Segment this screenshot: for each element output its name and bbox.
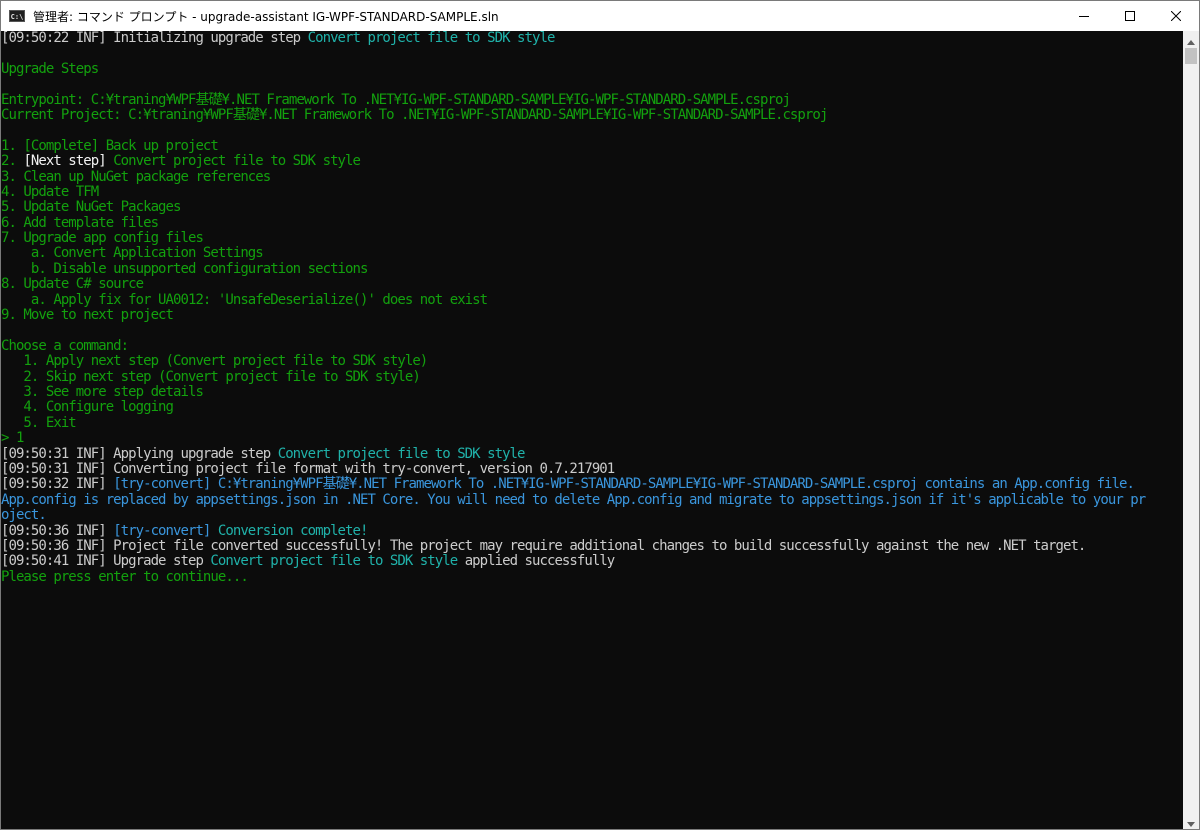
terminal-text-segment: Upgrade Steps: [1, 60, 99, 77]
terminal-line: [09:50:36 INF] Project file converted su…: [1, 537, 1183, 554]
terminal-line: > 1: [1, 430, 1183, 447]
terminal-text-segment: 2. Skip next step (Convert project file …: [1, 368, 420, 385]
terminal-line: 3. See more step details: [1, 383, 1183, 400]
terminal-line: 5. Update NuGet Packages: [1, 200, 1183, 215]
terminal-text-segment: [09:50:31 INF] Applying upgrade step: [1, 445, 278, 462]
terminal-line: b. Disable unsupported configuration sec…: [1, 260, 1183, 277]
scroll-down-arrow-icon: [1187, 812, 1195, 830]
terminal-line: 2. [Next step] Convert project file to S…: [1, 153, 1183, 170]
vertical-scrollbar[interactable]: [1183, 31, 1199, 829]
terminal-lines: [09:50:22 INF] Initializing upgrade step…: [1, 31, 1183, 585]
terminal-text-segment: 1. [Complete] Back up project: [1, 137, 219, 154]
terminal-line: [09:50:31 INF] Applying upgrade step Con…: [1, 445, 1183, 462]
terminal-text-segment: 8. Update C# source: [1, 276, 144, 293]
terminal-text-segment: > 1: [1, 430, 24, 447]
terminal-text-segment: Convert project file to SDK style: [277, 445, 526, 462]
scroll-down-button[interactable]: [1183, 813, 1199, 829]
terminal-line: Upgrade Steps: [1, 60, 1183, 77]
terminal-line: [09:50:32 INF] [try-convert] C:¥traning¥…: [1, 477, 1183, 492]
terminal-text-segment: [try-convert]: [113, 522, 218, 539]
terminal-text-segment: [09:50:36 INF]: [1, 522, 114, 539]
terminal-text-segment: Choose a command:: [1, 337, 129, 354]
terminal-line: 4. Update TFM: [1, 183, 1183, 200]
close-button[interactable]: [1153, 1, 1199, 31]
title-bar[interactable]: C:\ 管理者: コマンド プロンプト - upgrade-assistant …: [1, 1, 1199, 31]
terminal-text-segment: Convert project file to SDK style: [210, 553, 458, 570]
terminal-line: 1. Apply next step (Convert project file…: [1, 354, 1183, 369]
terminal-output[interactable]: [09:50:22 INF] Initializing upgrade step…: [1, 31, 1183, 829]
terminal-text-segment: [09:50:41 INF] Upgrade step: [1, 553, 211, 570]
command-prompt-icon[interactable]: C:\: [9, 10, 25, 22]
terminal-text-segment: App.config is replaced by appsettings.js…: [1, 491, 1146, 508]
terminal-text-segment: Conversion complete!: [217, 522, 369, 539]
terminal-text-segment: a. Convert Application Settings: [1, 245, 264, 262]
terminal-line: 7. Upgrade app config files: [1, 230, 1183, 247]
terminal-line: 2. Skip next step (Convert project file …: [1, 368, 1183, 385]
terminal-text-segment: 6. Add template files: [1, 214, 159, 231]
window-title: 管理者: コマンド プロンプト - upgrade-assistant IG-W…: [33, 9, 499, 24]
terminal-text-segment: 1. Apply next step (Convert project file…: [1, 353, 428, 370]
terminal-text-segment: Convert project file to SDK style: [105, 153, 361, 170]
terminal-text-segment: 3. See more step details: [1, 383, 203, 400]
terminal-text-segment: Current Project: C:¥traning¥WPF基礎¥.NET F…: [1, 106, 828, 123]
terminal-text-segment: b. Disable unsupported configuration sec…: [1, 260, 369, 277]
terminal-line: 3. Clean up NuGet package references: [1, 168, 1183, 185]
console-window: C:\ 管理者: コマンド プロンプト - upgrade-assistant …: [0, 0, 1200, 830]
terminal-text-segment: [09:50:31 INF] Converting project file f…: [1, 460, 615, 477]
terminal-line: [09:50:36 INF] [try-convert] Conversion …: [1, 522, 1183, 539]
scroll-up-button[interactable]: [1183, 31, 1199, 47]
terminal-line: [09:50:41 INF] Upgrade step Convert proj…: [1, 554, 1183, 569]
close-icon: [1171, 11, 1181, 21]
minimize-icon: [1079, 11, 1089, 21]
terminal-line: 1. [Complete] Back up project: [1, 137, 1183, 154]
terminal-text-segment: Entrypoint: C:¥traning¥WPF基礎¥.NET Framew…: [1, 91, 791, 108]
terminal-text-segment: [09:50:22 INF] Initializing upgrade step: [1, 31, 308, 46]
minimize-button[interactable]: [1061, 1, 1107, 31]
terminal-line: oject.: [1, 507, 1183, 524]
terminal-text-segment: [Next step]: [23, 153, 106, 170]
terminal-line: a. Convert Application Settings: [1, 246, 1183, 261]
caption-buttons: [1061, 1, 1199, 31]
terminal-line: 8. Update C# source: [1, 277, 1183, 292]
terminal-text-segment: [09:50:32 INF]: [1, 476, 114, 493]
terminal-text-segment: [try-convert] C:¥traning¥WPF基礎¥.NET Fram…: [113, 476, 1135, 493]
terminal-text-segment: 3. Clean up NuGet package references: [1, 168, 271, 185]
maximize-button[interactable]: [1107, 1, 1153, 31]
terminal-line: 4. Configure logging: [1, 400, 1183, 415]
terminal-line: 6. Add template files: [1, 214, 1183, 231]
terminal-text-segment: 4. Configure logging: [1, 399, 174, 416]
terminal-line: Current Project: C:¥traning¥WPF基礎¥.NET F…: [1, 106, 1183, 123]
scroll-thumb[interactable]: [1185, 48, 1197, 64]
terminal-text-segment: a. Apply fix for UA0012: 'UnsafeDeserial…: [1, 291, 488, 308]
terminal-text-segment: 5. Update NuGet Packages: [1, 199, 181, 216]
terminal-line: 9. Move to next project: [1, 307, 1183, 324]
terminal-text-segment: 4. Update TFM: [1, 183, 99, 200]
terminal-text-segment: applied successfully: [457, 553, 616, 570]
terminal-text-segment: [09:50:36 INF] Project file converted su…: [1, 537, 1086, 554]
terminal-line: App.config is replaced by appsettings.js…: [1, 491, 1183, 508]
terminal-text-segment: 5. Exit: [1, 414, 76, 431]
terminal-text-segment: oject.: [1, 507, 47, 524]
terminal-line: Choose a command:: [1, 337, 1183, 354]
terminal-text-segment: Please press enter to continue...: [1, 568, 249, 585]
terminal-line: 5. Exit: [1, 414, 1183, 431]
terminal-text-segment: Convert project file to SDK style: [307, 31, 556, 46]
terminal-line: Please press enter to continue...: [1, 568, 1183, 585]
terminal-text-segment: 2.: [1, 153, 24, 170]
scroll-up-arrow-icon: [1187, 30, 1195, 49]
maximize-icon: [1125, 11, 1135, 21]
terminal-line: Entrypoint: C:¥traning¥WPF基礎¥.NET Framew…: [1, 91, 1183, 108]
terminal-text-segment: 9. Move to next project: [1, 307, 174, 324]
terminal-line: a. Apply fix for UA0012: 'UnsafeDeserial…: [1, 291, 1183, 308]
terminal-text-segment: 7. Upgrade app config files: [1, 230, 204, 247]
terminal-line: [09:50:22 INF] Initializing upgrade step…: [1, 31, 1183, 46]
